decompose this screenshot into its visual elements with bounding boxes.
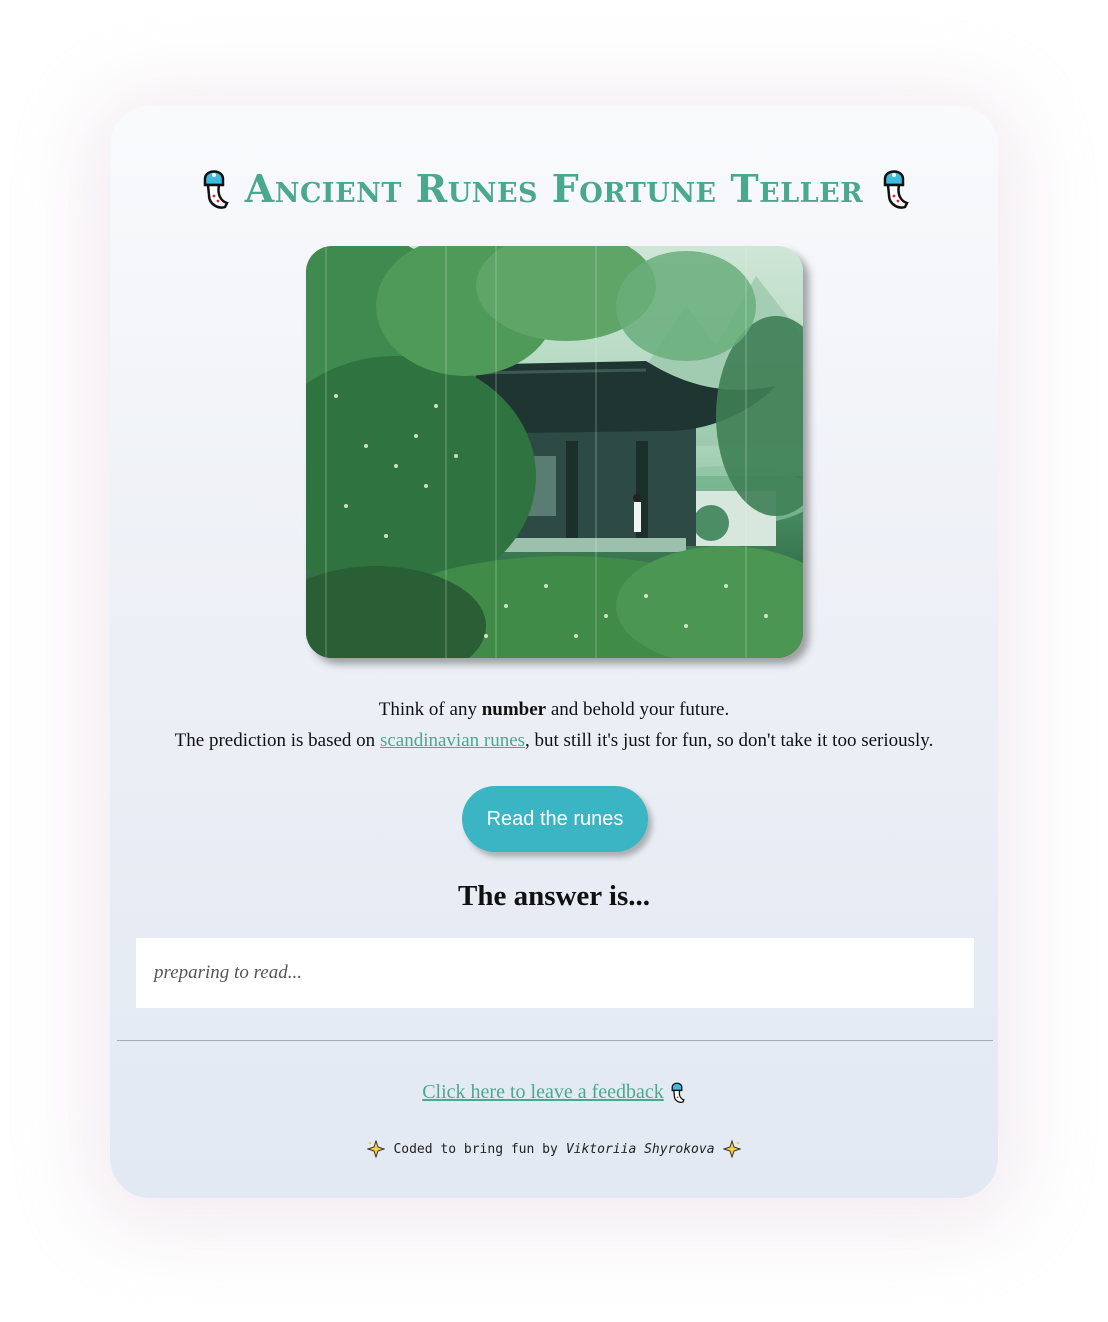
answer-placeholder: preparing to read... — [154, 962, 302, 983]
scandinavian-runes-link[interactable]: scandinavian runes — [380, 730, 525, 751]
wind-chime-icon — [883, 170, 909, 209]
feedback-section: Click here to leave a feedback — [110, 1078, 998, 1106]
read-runes-button[interactable]: Read the runes — [462, 786, 648, 852]
footer-author: Viktoriia Shyrokova — [565, 1141, 715, 1157]
intro-bold-number: number — [481, 699, 547, 720]
intro-line-1: Think of any number and behold your futu… — [378, 699, 730, 720]
intro-line-2: The prediction is based on scandinavian … — [174, 730, 934, 751]
answer-output: preparing to read... — [136, 938, 974, 1008]
answer-heading: The answer is... — [457, 880, 650, 912]
fortune-teller-card: Ancient Runes Fortune Teller Think of an… — [110, 106, 998, 1198]
sparkles-icon — [722, 1140, 741, 1158]
title-text: Ancient Runes Fortune Teller — [244, 165, 864, 211]
footer-text: Coded to bring fun by — [393, 1141, 558, 1157]
page-title: Ancient Runes Fortune Teller — [110, 164, 998, 212]
intro-text: Think of any number and behold your futu… — [110, 694, 998, 756]
feedback-link[interactable]: Click here to leave a feedback — [422, 1078, 686, 1106]
divider — [117, 1040, 993, 1041]
sparkles-icon — [367, 1140, 386, 1158]
hero-image — [306, 246, 803, 658]
footer: Coded to bring fun by Viktoriia Shyrokov… — [110, 1140, 998, 1158]
wind-chime-icon — [671, 1082, 685, 1103]
wind-chime-icon — [203, 170, 229, 209]
